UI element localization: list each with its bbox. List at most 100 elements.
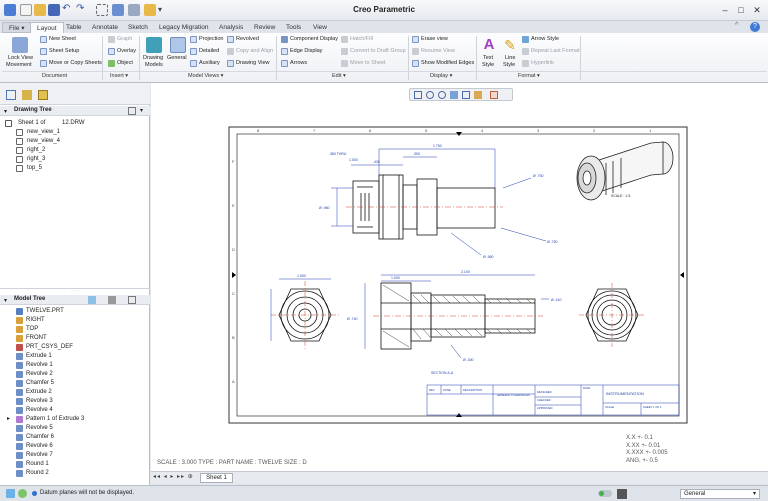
- model-tree-header[interactable]: ▾ Model Tree: [0, 295, 150, 305]
- tab-annotate[interactable]: Annotate: [86, 22, 124, 33]
- group-display-label[interactable]: Display ▾: [430, 73, 452, 79]
- drawing-models-icon[interactable]: [146, 37, 162, 53]
- model-tree-tab-icon[interactable]: [6, 90, 16, 100]
- line-style-label-2[interactable]: Style: [503, 62, 515, 68]
- selection-filter-dropdown[interactable]: General ▾: [680, 489, 760, 499]
- tab-tools[interactable]: Tools: [280, 22, 307, 33]
- object-icon[interactable]: [108, 60, 115, 67]
- drawing-view-icon[interactable]: [227, 60, 234, 67]
- model-tree-item[interactable]: Revolve 6: [0, 442, 150, 451]
- line-style-label-1[interactable]: Line: [505, 55, 515, 61]
- component-display-icon[interactable]: [281, 36, 288, 43]
- arrow-style-button[interactable]: Arrow Style: [531, 36, 559, 42]
- model-tree-item[interactable]: Extrude 1: [0, 352, 150, 361]
- tree-settings-icon[interactable]: [128, 107, 136, 115]
- erase-view-icon[interactable]: [412, 36, 419, 43]
- minimize-icon[interactable]: –: [718, 4, 732, 16]
- graph-button[interactable]: Graph: [117, 36, 132, 42]
- model-tree-item[interactable]: ▸ Pattern 1 of Extrude 3: [0, 415, 150, 424]
- model-tree-item[interactable]: TWELVE.PRT: [0, 307, 150, 316]
- model-tree-item[interactable]: Revolve 1: [0, 361, 150, 370]
- drawing-tree-item[interactable]: new_view_4: [0, 137, 150, 146]
- model-tree-item[interactable]: Round 1: [0, 460, 150, 469]
- browser-toggle-icon[interactable]: [18, 489, 27, 498]
- drawing-tree-header[interactable]: ▾ Drawing Tree ▾: [0, 106, 150, 116]
- drawing-models-label-1[interactable]: Drawing: [143, 55, 163, 61]
- tree-settings-arrow-icon[interactable]: ▾: [140, 107, 143, 114]
- move-copy-sheets-button[interactable]: Move or Copy Sheets: [49, 60, 102, 66]
- model-tree-item[interactable]: Revolve 5: [0, 424, 150, 433]
- selection-filter-icon[interactable]: [617, 489, 627, 499]
- detailed-icon[interactable]: [190, 48, 197, 55]
- general-view-label[interactable]: General: [167, 55, 187, 61]
- resume-view-button[interactable]: Resume View: [421, 48, 455, 54]
- repeat-last-format-button[interactable]: Repeat Last Format: [531, 48, 580, 54]
- model-tree-item[interactable]: Revolve 2: [0, 370, 150, 379]
- auxiliary-button[interactable]: Auxiliary: [199, 60, 220, 66]
- group-edit-label[interactable]: Edit ▾: [332, 73, 346, 79]
- erase-view-button[interactable]: Erase view: [421, 36, 448, 42]
- move-copy-sheets-icon[interactable]: [40, 60, 47, 67]
- copy-align-button[interactable]: Copy and Align: [236, 48, 273, 54]
- tab-legacy-migration[interactable]: Legacy Migration: [153, 22, 215, 33]
- tab-analysis[interactable]: Analysis: [213, 22, 249, 33]
- group-insert-label[interactable]: Insert ▾: [110, 73, 128, 79]
- model-tree-item[interactable]: Revolve 3: [0, 397, 150, 406]
- navigator-toggle-icon[interactable]: [6, 489, 15, 498]
- hatch-fill-button[interactable]: Hatch/Fill: [350, 36, 373, 42]
- columns-icon[interactable]: [128, 296, 136, 304]
- drawing-models-label-2[interactable]: Models: [145, 62, 163, 68]
- edge-display-button[interactable]: Edge Display: [290, 48, 322, 54]
- sheet-setup-icon[interactable]: [40, 48, 47, 55]
- favorites-tab-icon[interactable]: [38, 90, 48, 100]
- drawing-tree-item[interactable]: right_3: [0, 155, 150, 164]
- sheet-setup-button[interactable]: Sheet Setup: [49, 48, 79, 54]
- revolved-button[interactable]: Revolved: [236, 36, 259, 42]
- projection-icon[interactable]: [190, 36, 197, 43]
- collapse-arrow-icon[interactable]: ▾: [4, 108, 7, 115]
- maximize-icon[interactable]: □: [734, 4, 748, 16]
- text-style-label-1[interactable]: Text: [483, 55, 493, 61]
- arrows-icon[interactable]: [281, 60, 288, 67]
- move-sheet-button[interactable]: Move to Sheet: [350, 60, 385, 66]
- drawing-tree-item[interactable]: top_5: [0, 164, 150, 173]
- general-view-icon[interactable]: [170, 37, 186, 53]
- drawing-canvas[interactable]: 8 7 6 5 4 3 2 1 F E D C B A 1.750 .300 .…: [151, 83, 768, 471]
- new-sheet-button[interactable]: New Sheet: [49, 36, 76, 42]
- arrow-style-icon[interactable]: [522, 36, 529, 43]
- tab-layout[interactable]: Layout: [30, 22, 64, 33]
- tab-table[interactable]: Table: [60, 22, 88, 33]
- movement-label[interactable]: Movement: [6, 62, 32, 68]
- collapse-ribbon-icon[interactable]: ^: [735, 22, 745, 32]
- overlay-button[interactable]: Overlay: [117, 48, 136, 54]
- group-model-views-label[interactable]: Model Views ▾: [188, 73, 223, 79]
- lock-view-label[interactable]: Lock View: [8, 55, 33, 61]
- revolved-icon[interactable]: [227, 36, 234, 43]
- regen-status-toggle[interactable]: [598, 490, 612, 497]
- expand-arrow-icon[interactable]: ▸: [7, 415, 10, 424]
- component-display-button[interactable]: Component Display: [290, 36, 338, 42]
- convert-draft-button[interactable]: Convert to Draft Group: [350, 48, 406, 54]
- line-style-icon[interactable]: ✎: [502, 37, 518, 53]
- auxiliary-icon[interactable]: [190, 60, 197, 67]
- edge-display-icon[interactable]: [281, 48, 288, 55]
- tab-file[interactable]: File ▾: [2, 22, 32, 33]
- collapse-arrow-icon[interactable]: ▾: [4, 297, 7, 304]
- drawing-view-button[interactable]: Drawing View: [236, 60, 270, 66]
- model-tree-item[interactable]: TOP: [0, 325, 150, 334]
- hyperlink-button[interactable]: Hyperlink: [531, 60, 554, 66]
- text-style-icon[interactable]: A: [481, 37, 497, 53]
- model-tree-item[interactable]: Revolve 4: [0, 406, 150, 415]
- model-tree-item[interactable]: RIGHT: [0, 316, 150, 325]
- folder-browser-tab-icon[interactable]: [22, 90, 32, 100]
- sheet-tab-1[interactable]: Sheet 1: [200, 473, 233, 483]
- overlay-icon[interactable]: [108, 48, 115, 55]
- model-tree-item[interactable]: Revolve 7: [0, 451, 150, 460]
- sheet-nav-arrows[interactable]: ◂◂ ◂ ▸ ▸▸ ⊕: [153, 473, 194, 480]
- tab-view[interactable]: View: [307, 22, 333, 33]
- model-tree-item[interactable]: FRONT: [0, 334, 150, 343]
- model-tree-settings-icon[interactable]: [108, 296, 116, 304]
- show-icon[interactable]: [88, 296, 96, 304]
- lock-view-icon[interactable]: [12, 37, 28, 53]
- model-tree-item[interactable]: Round 2: [0, 469, 150, 478]
